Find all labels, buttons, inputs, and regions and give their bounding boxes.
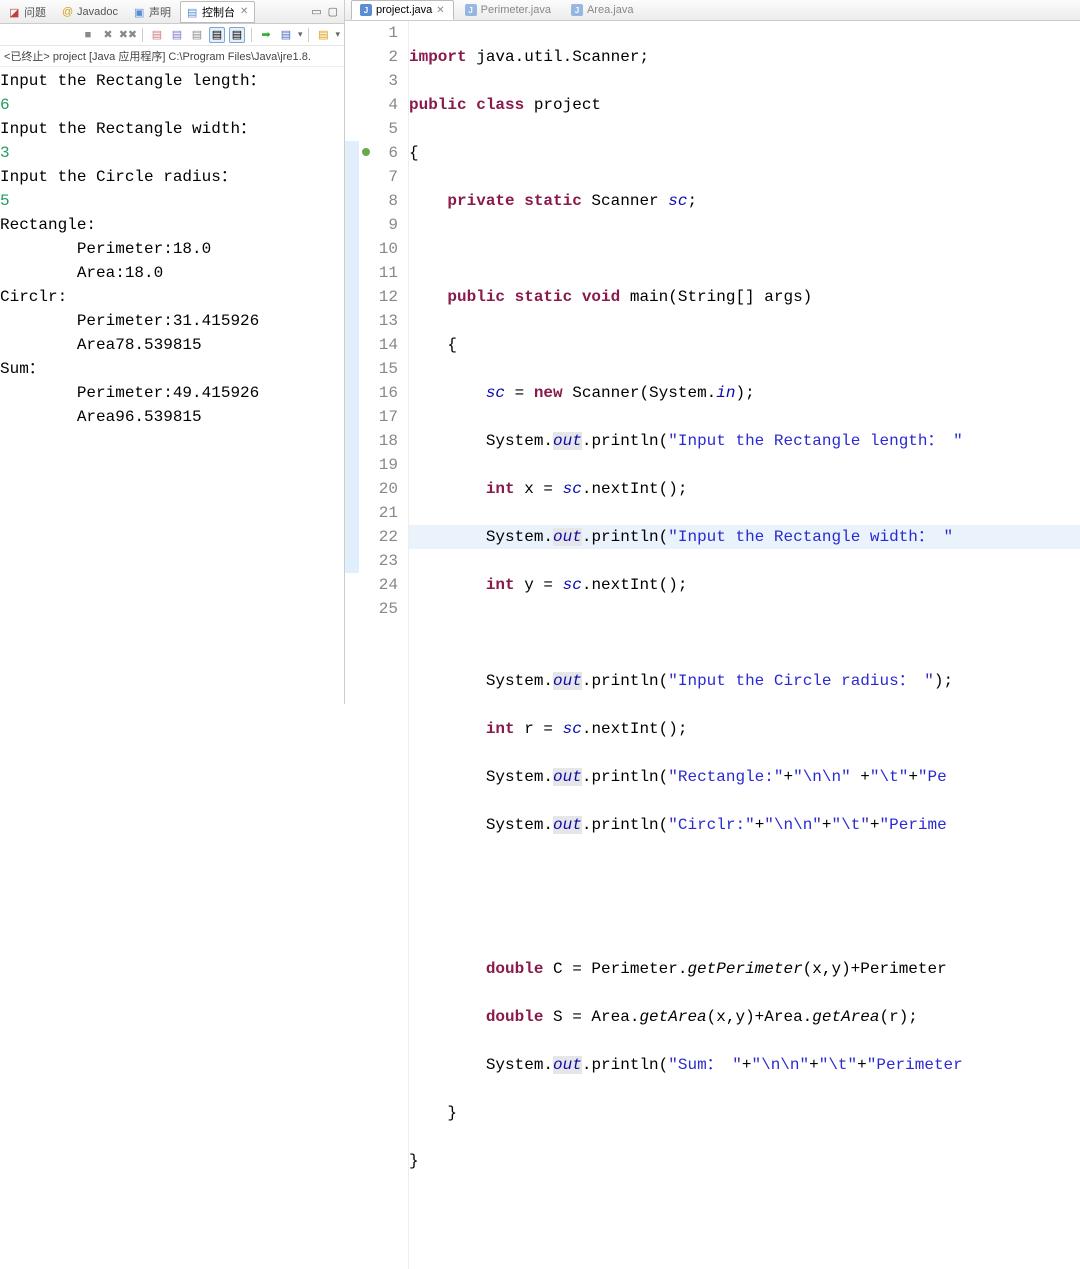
dropdown-icon[interactable]: ▾: [335, 29, 340, 40]
line-number: 1: [359, 21, 398, 45]
line-number: 13: [359, 309, 398, 333]
line-number: 6: [359, 141, 398, 165]
line-number: 23: [359, 549, 398, 573]
line-number: 22: [359, 525, 398, 549]
pin-icon[interactable]: ▤: [189, 27, 205, 43]
line-number: 7: [359, 165, 398, 189]
line-gutter: 1 2 3 4 5 6 7 8 9 10 11 12 13 14 15 16 1…: [359, 21, 409, 1269]
minimize-icon[interactable]: ▭: [311, 5, 321, 18]
maximize-icon[interactable]: ▢: [328, 5, 338, 18]
line-number: 14: [359, 333, 398, 357]
line-number: 3: [359, 69, 398, 93]
code-area[interactable]: import java.util.Scanner; public class p…: [409, 21, 1080, 1269]
tab-label: Perimeter.java: [481, 4, 551, 16]
console-line: Perimeter:49.415926: [0, 381, 344, 405]
java-file-icon: J: [571, 4, 583, 16]
line-number: 4: [359, 93, 398, 117]
console-line: 6: [0, 93, 344, 117]
tab-label: project.java: [376, 4, 432, 16]
tab-label: 声明: [149, 4, 171, 20]
remove-all-icon[interactable]: ✖✖: [120, 27, 136, 43]
line-number: 10: [359, 237, 398, 261]
line-number: 21: [359, 501, 398, 525]
console-line: Area78.539815: [0, 333, 344, 357]
line-number: 19: [359, 453, 398, 477]
new-console-icon[interactable]: ▤: [315, 27, 331, 43]
tab-project-java[interactable]: J project.java ✕: [351, 0, 454, 20]
console-output[interactable]: Input the Rectangle length： 6 Input the …: [0, 67, 344, 704]
tab-label: Area.java: [587, 4, 633, 16]
console-line: 5: [0, 189, 344, 213]
console-icon: ▤: [187, 6, 199, 18]
line-number: 5: [359, 117, 398, 141]
remove-icon[interactable]: ✖: [100, 27, 116, 43]
open-icon[interactable]: ➡: [258, 27, 274, 43]
line-number: 2: [359, 45, 398, 69]
problems-icon: ◪: [9, 6, 21, 18]
console-line: Rectangle:: [0, 213, 344, 237]
close-icon[interactable]: ✕: [436, 5, 444, 16]
javadoc-icon: @: [62, 6, 74, 18]
tab-console[interactable]: ▤ 控制台 ✕: [180, 1, 255, 23]
tab-problems[interactable]: ◪ 问题: [2, 1, 53, 23]
java-file-icon: J: [465, 4, 477, 16]
show-when-write-icon[interactable]: ▤: [229, 27, 245, 43]
terminate-icon[interactable]: ■: [80, 27, 96, 43]
console-line: Input the Rectangle width：: [0, 117, 344, 141]
console-line: Area96.539815: [0, 405, 344, 429]
change-ruler: [345, 21, 359, 1269]
tab-perimeter-java[interactable]: J Perimeter.java: [456, 0, 560, 20]
line-number: 9: [359, 213, 398, 237]
tab-declaration[interactable]: ▣ 声明: [127, 1, 178, 23]
line-number: 11: [359, 261, 398, 285]
console-status: <已终止> project [Java 应用程序] C:\Program Fil…: [0, 46, 344, 67]
line-number: 15: [359, 357, 398, 381]
line-number: 12: [359, 285, 398, 309]
console-line: Input the Circle radius：: [0, 165, 344, 189]
tab-area-java[interactable]: J Area.java: [562, 0, 642, 20]
editor-panel: J project.java ✕ J Perimeter.java J Area…: [345, 0, 1080, 704]
code-editor[interactable]: 1 2 3 4 5 6 7 8 9 10 11 12 13 14 15 16 1…: [345, 21, 1080, 1269]
line-number: 18: [359, 429, 398, 453]
line-number: 17: [359, 405, 398, 429]
console-line: Circlr:: [0, 285, 344, 309]
console-line: Input the Rectangle length：: [0, 69, 344, 93]
tab-label: 问题: [24, 4, 46, 20]
declaration-icon: ▣: [134, 6, 146, 18]
close-icon[interactable]: ✕: [240, 6, 248, 17]
console-line: 3: [0, 141, 344, 165]
display-icon[interactable]: ▤: [278, 27, 294, 43]
tab-javadoc[interactable]: @ Javadoc: [55, 3, 125, 21]
tab-label: Javadoc: [77, 6, 118, 18]
console-line: Perimeter:31.415926: [0, 309, 344, 333]
scroll-lock-icon[interactable]: ▤: [169, 27, 185, 43]
line-number: 8: [359, 189, 398, 213]
line-number: 16: [359, 381, 398, 405]
view-tabs: ◪ 问题 @ Javadoc ▣ 声明 ▤ 控制台 ✕ ▭ ▢: [0, 0, 344, 24]
java-file-icon: J: [360, 4, 372, 16]
show-console-icon[interactable]: ▤: [209, 27, 225, 43]
dropdown-icon[interactable]: ▾: [298, 29, 303, 40]
line-number: 25: [359, 597, 398, 621]
line-number: 24: [359, 573, 398, 597]
console-line: Sum：: [0, 357, 344, 381]
tab-label: 控制台: [202, 4, 235, 20]
line-number: 20: [359, 477, 398, 501]
clear-icon[interactable]: ▤: [149, 27, 165, 43]
editor-tabs: J project.java ✕ J Perimeter.java J Area…: [345, 0, 1080, 21]
console-panel: ◪ 问题 @ Javadoc ▣ 声明 ▤ 控制台 ✕ ▭ ▢ ■ ✖ ✖✖ ▤…: [0, 0, 345, 704]
console-toolbar: ■ ✖ ✖✖ ▤ ▤ ▤ ▤ ▤ ➡ ▤ ▾ ▤ ▾: [0, 24, 344, 46]
console-line: Area:18.0: [0, 261, 344, 285]
panel-controls: ▭ ▢: [311, 5, 342, 18]
console-line: Perimeter:18.0: [0, 237, 344, 261]
